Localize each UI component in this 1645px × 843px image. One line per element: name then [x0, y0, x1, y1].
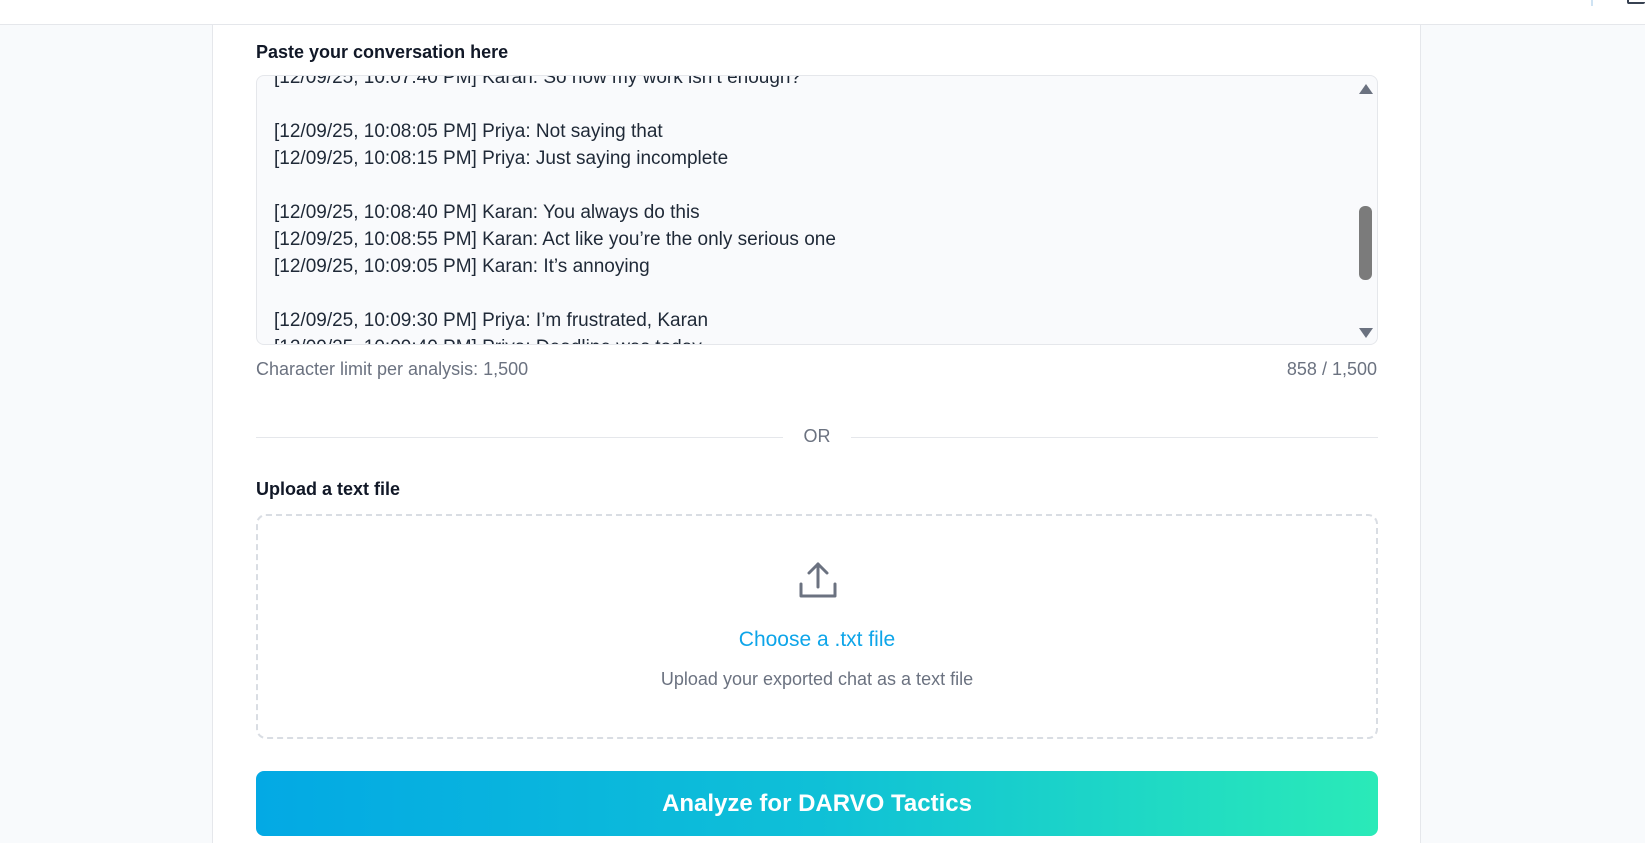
paste-conversation-label: Paste your conversation here	[256, 42, 509, 62]
file-dropzone[interactable]: Choose a .txt file Upload your exported …	[256, 514, 1378, 739]
scroll-up-arrow-icon[interactable]	[1359, 84, 1373, 94]
or-divider: OR	[256, 426, 1378, 447]
upload-icon	[799, 562, 837, 598]
textarea-scrollbar[interactable]	[1355, 76, 1377, 344]
topbar-divider	[1591, 0, 1593, 6]
top-bar	[0, 0, 1645, 25]
scroll-down-arrow-icon[interactable]	[1359, 328, 1373, 338]
window-icon[interactable]	[1627, 0, 1645, 4]
scroll-thumb[interactable]	[1359, 206, 1372, 280]
upload-file-label: Upload a text file	[256, 479, 401, 499]
analysis-form-card: Paste your conversation here [12/09/25, …	[212, 25, 1421, 843]
character-limit-note: Character limit per analysis: 1,500	[256, 359, 529, 379]
conversation-text[interactable]: [12/09/25, 10:07:40 PM] Karan: So now my…	[274, 76, 1334, 344]
conversation-textarea[interactable]: [12/09/25, 10:07:40 PM] Karan: So now my…	[256, 75, 1378, 345]
character-counter: 858 / 1,500	[1286, 359, 1377, 379]
upload-hint-text: Upload your exported chat as a text file	[660, 669, 974, 689]
divider-line-right	[851, 437, 1378, 438]
analyze-darvo-button[interactable]: Analyze for DARVO Tactics	[256, 771, 1378, 836]
choose-txt-file-link[interactable]: Choose a .txt file	[258, 628, 1376, 652]
